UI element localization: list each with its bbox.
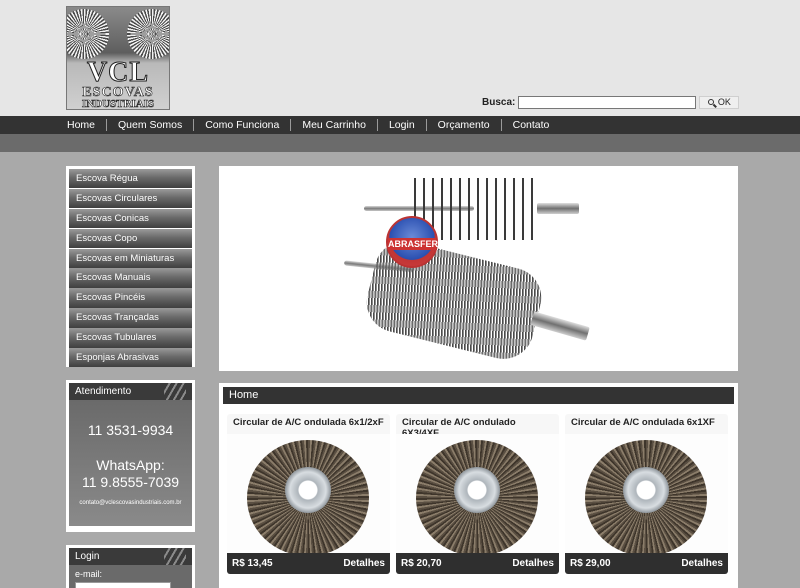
contact-email[interactable]: contato@vclescovasindustriais.com.br <box>69 500 192 506</box>
whatsapp-number: 11 9.8555-7039 <box>81 474 180 490</box>
product-footer: R$ 20,70 Detalhes <box>396 553 559 574</box>
product-name[interactable]: Circular de A/C ondulada 6x1/2xF <box>227 414 390 434</box>
product-card[interactable]: Circular de A/C ondulado 6X3/4XF R$ 20,7… <box>396 414 559 574</box>
category-item[interactable]: Escovas Copo <box>69 228 192 249</box>
category-item[interactable]: Escovas Tubulares <box>69 328 192 348</box>
brand-badge-text: ABRASFER <box>388 238 439 250</box>
category-item[interactable]: Escovas em Miniaturas <box>69 248 192 268</box>
product-name[interactable]: Circular de A/C ondulada 6x1XF <box>565 414 728 434</box>
search-icon <box>707 99 714 105</box>
search-button-label: OK <box>717 97 731 107</box>
category-item[interactable]: Escovas Conicas <box>69 208 192 229</box>
search-bar: Busca: OK <box>482 95 740 109</box>
login-body: e-mail: <box>69 565 192 588</box>
brush-wheel-icon <box>127 9 169 59</box>
product-card[interactable]: Circular de A/C ondulada 6x1XF R$ 29,00 … <box>565 414 728 574</box>
login-box: Login e-mail: <box>66 545 195 588</box>
nav-como-funciona[interactable]: Como Funciona <box>194 119 292 131</box>
product-price: R$ 29,00 <box>570 558 611 569</box>
category-item[interactable]: Escovas Trançadas <box>69 308 192 328</box>
site-logo[interactable]: VCL ESCOVAS INDUSTRIAIS <box>66 6 170 110</box>
sub-bar <box>0 134 800 152</box>
nav-meu-carrinho[interactable]: Meu Carrinho <box>291 119 378 131</box>
atendimento-box: Atendimento 11 3531-9934 WhatsApp: 11 9.… <box>66 380 195 532</box>
main-nav: Home Quem Somos Como Funciona Meu Carrin… <box>0 116 800 134</box>
products-section: Home Circular de A/C ondulada 6x1/2xF R$… <box>219 383 738 588</box>
header: VCL ESCOVAS INDUSTRIAIS Busca: OK <box>0 0 800 116</box>
nav-contato[interactable]: Contato <box>502 119 561 131</box>
hero-banner[interactable]: ABRASFER <box>219 166 738 371</box>
search-button[interactable]: OK <box>699 95 740 109</box>
product-image[interactable] <box>396 434 559 556</box>
product-image[interactable] <box>227 434 390 556</box>
nav-quem-somos[interactable]: Quem Somos <box>107 119 195 131</box>
product-image[interactable] <box>565 434 728 556</box>
product-price: R$ 13,45 <box>232 558 273 569</box>
brand-badge: ABRASFER <box>386 216 438 268</box>
category-item[interactable]: Escova Régua <box>69 169 192 189</box>
category-item[interactable]: Escovas Pincéis <box>69 288 192 308</box>
section-title: Home <box>223 387 734 404</box>
category-item[interactable]: Esponjas Abrasivas <box>69 348 192 368</box>
atendimento-body: 11 3531-9934 WhatsApp: 11 9.8555-7039 co… <box>69 400 192 526</box>
category-item[interactable]: Escovas Manuais <box>69 268 192 288</box>
search-label: Busca: <box>482 96 516 108</box>
login-email-field[interactable] <box>75 582 171 588</box>
phone-number: 11 3531-9934 <box>87 422 174 438</box>
email-label: e-mail: <box>75 569 103 579</box>
product-name[interactable]: Circular de A/C ondulado 6X3/4XF <box>396 414 559 439</box>
details-link[interactable]: Detalhes <box>681 558 723 569</box>
product-price: R$ 20,70 <box>401 558 442 569</box>
product-footer: R$ 29,00 Detalhes <box>565 553 728 574</box>
logo-line-2: INDUSTRIAIS <box>81 98 155 110</box>
details-link[interactable]: Detalhes <box>343 558 385 569</box>
category-menu: Escova Régua Escovas Circulares Escovas … <box>66 166 195 368</box>
nav-home[interactable]: Home <box>56 119 108 131</box>
product-footer: R$ 13,45 Detalhes <box>227 553 390 574</box>
product-grid: Circular de A/C ondulada 6x1/2xF R$ 13,4… <box>223 414 734 574</box>
brush-wheel-icon <box>67 9 109 59</box>
whatsapp-label: WhatsApp: <box>96 457 165 473</box>
product-card[interactable]: Circular de A/C ondulada 6x1/2xF R$ 13,4… <box>227 414 390 574</box>
search-input[interactable] <box>518 95 697 109</box>
login-title: Login <box>69 548 192 565</box>
atendimento-title: Atendimento <box>69 383 192 400</box>
logo-title: VCL <box>86 57 150 88</box>
nav-orcamento[interactable]: Orçamento <box>427 119 502 131</box>
category-item[interactable]: Escovas Circulares <box>69 188 192 209</box>
nav-login[interactable]: Login <box>378 119 427 131</box>
details-link[interactable]: Detalhes <box>512 558 554 569</box>
